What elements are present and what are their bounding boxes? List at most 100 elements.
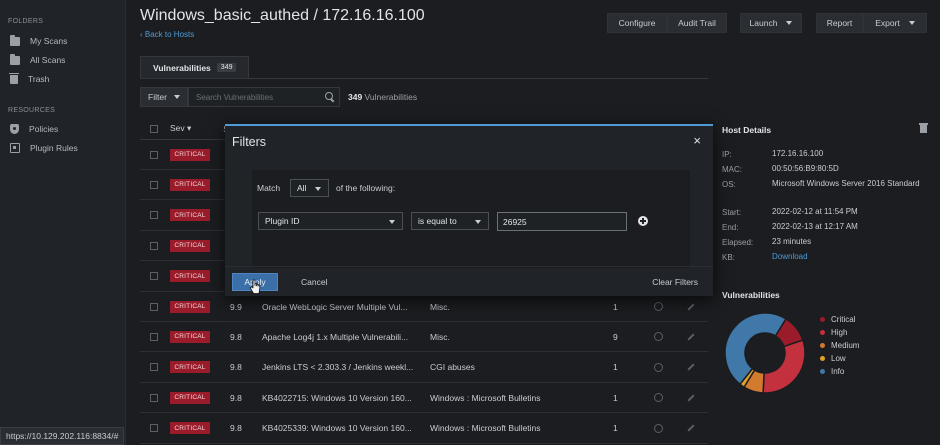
table-row[interactable]: CRITICAL 9.8 Jenkins LTS < 2.303.3 / Jenki…: [140, 353, 708, 383]
legend-item-medium: Medium: [820, 341, 859, 350]
vulnerabilities-donut-chart[interactable]: [723, 311, 807, 395]
vulnerability-name[interactable]: Apache Log4j 1.x Multiple Vulnerabili...: [262, 332, 422, 342]
match-select[interactable]: All: [290, 179, 329, 197]
close-icon[interactable]: ×: [693, 134, 701, 147]
row-checkbox[interactable]: [150, 393, 158, 402]
filter-field-value: Plugin ID: [265, 216, 300, 226]
host-ip-label: IP:: [722, 150, 732, 159]
filter-operator-value: is equal to: [418, 216, 457, 226]
clear-filters-button[interactable]: Clear Filters: [652, 277, 698, 287]
pencil-edit-icon[interactable]: [687, 424, 695, 432]
add-filter-plus-icon[interactable]: [638, 216, 648, 226]
sidebar-item-my-scans[interactable]: My Scans: [10, 33, 67, 49]
vulnerability-count: 1: [613, 392, 618, 403]
vulnerability-name[interactable]: KB4022715: Windows 10 Version 160...: [262, 393, 422, 403]
legend-color-dot: [820, 369, 825, 374]
pencil-edit-icon[interactable]: [687, 363, 695, 371]
report-button[interactable]: Report: [816, 13, 863, 33]
vulnerability-family: Misc.: [430, 301, 450, 312]
sidebar-item-label: Trash: [28, 74, 50, 84]
severity-badge: CRITICAL: [170, 422, 210, 435]
filter-value-input[interactable]: [497, 212, 627, 231]
row-checkbox[interactable]: [150, 272, 158, 281]
audit-trail-button[interactable]: Audit Trail: [667, 13, 727, 33]
caret-down-icon: [475, 220, 481, 224]
table-row[interactable]: CRITICAL 9.8 KB4025339: Windows 10 Version…: [140, 414, 708, 444]
sidebar-item-policies[interactable]: Policies: [10, 121, 58, 137]
vulnerability-name[interactable]: KB4025339: Windows 10 Version 160...: [262, 423, 422, 433]
cancel-button[interactable]: Cancel: [301, 277, 327, 287]
row-checkbox[interactable]: [150, 363, 158, 372]
legend-color-dot: [820, 317, 825, 322]
pencil-edit-icon[interactable]: [687, 302, 695, 311]
donut-slice-high[interactable]: [762, 339, 806, 394]
check-circle-icon[interactable]: [654, 302, 663, 311]
filter-label: Filter: [148, 92, 167, 102]
sidebar-item-label: Plugin Rules: [30, 143, 78, 153]
table-row[interactable]: CRITICAL 9.8 Apache Log4j 1.x Multiple Vul…: [140, 322, 708, 353]
host-end-value: 2022-02-13 at 12:17 AM: [772, 222, 858, 231]
count-number: 349: [348, 92, 363, 102]
delete-host-trash-icon[interactable]: [919, 123, 928, 133]
back-to-hosts-link[interactable]: ‹ Back to Hosts: [140, 30, 194, 39]
match-select-value: All: [297, 183, 307, 193]
row-checkbox[interactable]: [150, 150, 158, 159]
configure-button[interactable]: Configure: [607, 13, 667, 33]
host-elapsed-label: Elapsed:: [722, 238, 754, 247]
row-checkbox[interactable]: [150, 332, 158, 341]
trash-icon: [9, 72, 19, 84]
status-bar-url: https://10.129.202.116:8834/#: [0, 427, 125, 445]
filter-dropdown-button[interactable]: Filter: [140, 87, 188, 107]
legend-label: Medium: [831, 341, 860, 350]
check-circle-icon[interactable]: [654, 423, 663, 433]
filter-field-select[interactable]: Plugin ID: [258, 212, 403, 230]
legend-item-low: Low: [820, 354, 846, 363]
row-checkbox[interactable]: [150, 241, 158, 250]
filter-operator-select[interactable]: is equal to: [411, 212, 489, 230]
page-title: Windows_basic_authed / 172.16.16.100: [140, 7, 425, 24]
host-elapsed-value: 23 minutes: [772, 237, 812, 246]
table-row[interactable]: CRITICAL 9.8 KB4022715: Windows 10 Version…: [140, 383, 708, 414]
row-checkbox[interactable]: [150, 180, 158, 189]
check-circle-icon[interactable]: [654, 362, 663, 372]
row-checkbox[interactable]: [150, 424, 158, 433]
row-checkbox[interactable]: [150, 211, 158, 220]
sidebar-item-label: Policies: [29, 124, 59, 134]
host-os-value: Microsoft Windows Server 2016 Standard: [772, 179, 920, 188]
sidebar-item-trash[interactable]: Trash: [9, 71, 50, 87]
host-mac-label: MAC:: [722, 165, 742, 174]
sidebar-item-all-scans[interactable]: All Scans: [10, 52, 65, 68]
cvss-score: 9.8: [230, 362, 242, 373]
host-details-heading: Host Details: [722, 125, 772, 135]
sidebar-item-plugin-rules[interactable]: Plugin Rules: [10, 140, 78, 156]
pencil-edit-icon[interactable]: [687, 333, 695, 341]
host-mac-value: 00:50:56:B9:80:5D: [772, 164, 839, 173]
sidebar-item-label: My Scans: [30, 36, 68, 46]
legend-item-info: Info: [820, 367, 844, 376]
cvss-score: 9.9: [230, 301, 242, 312]
launch-button[interactable]: Launch: [740, 13, 802, 33]
host-kb-label: KB:: [722, 253, 735, 262]
caret-down-icon: [389, 220, 395, 224]
tab-vulnerabilities[interactable]: Vulnerabilities 349: [140, 56, 250, 78]
vulnerability-family: Windows : Microsoft Bulletins: [430, 392, 541, 403]
host-kb-download-link[interactable]: Download: [772, 251, 922, 263]
select-all-checkbox[interactable]: [150, 124, 158, 133]
search-icon[interactable]: [325, 92, 334, 101]
folder-icon: [10, 53, 20, 65]
search-input[interactable]: [188, 87, 340, 107]
column-header-sev[interactable]: Sev ▾: [170, 123, 191, 134]
table-row[interactable]: CRITICAL 9.9 Oracle WebLogic Server Multip…: [140, 292, 708, 322]
severity-badge: CRITICAL: [170, 178, 210, 191]
row-checkbox[interactable]: [150, 302, 158, 311]
cvss-score: 9.8: [230, 331, 242, 342]
check-circle-icon[interactable]: [654, 332, 663, 342]
export-button[interactable]: Export: [863, 13, 927, 33]
shield-icon: [10, 124, 19, 134]
pencil-edit-icon[interactable]: [687, 394, 695, 402]
report-label: Report: [826, 18, 853, 28]
vulnerability-name[interactable]: Oracle WebLogic Server Multiple Vul...: [262, 302, 422, 312]
legend-label: Critical: [831, 315, 856, 324]
vulnerability-name[interactable]: Jenkins LTS < 2.303.3 / Jenkins weekl...: [262, 362, 422, 372]
check-circle-icon[interactable]: [654, 393, 663, 403]
